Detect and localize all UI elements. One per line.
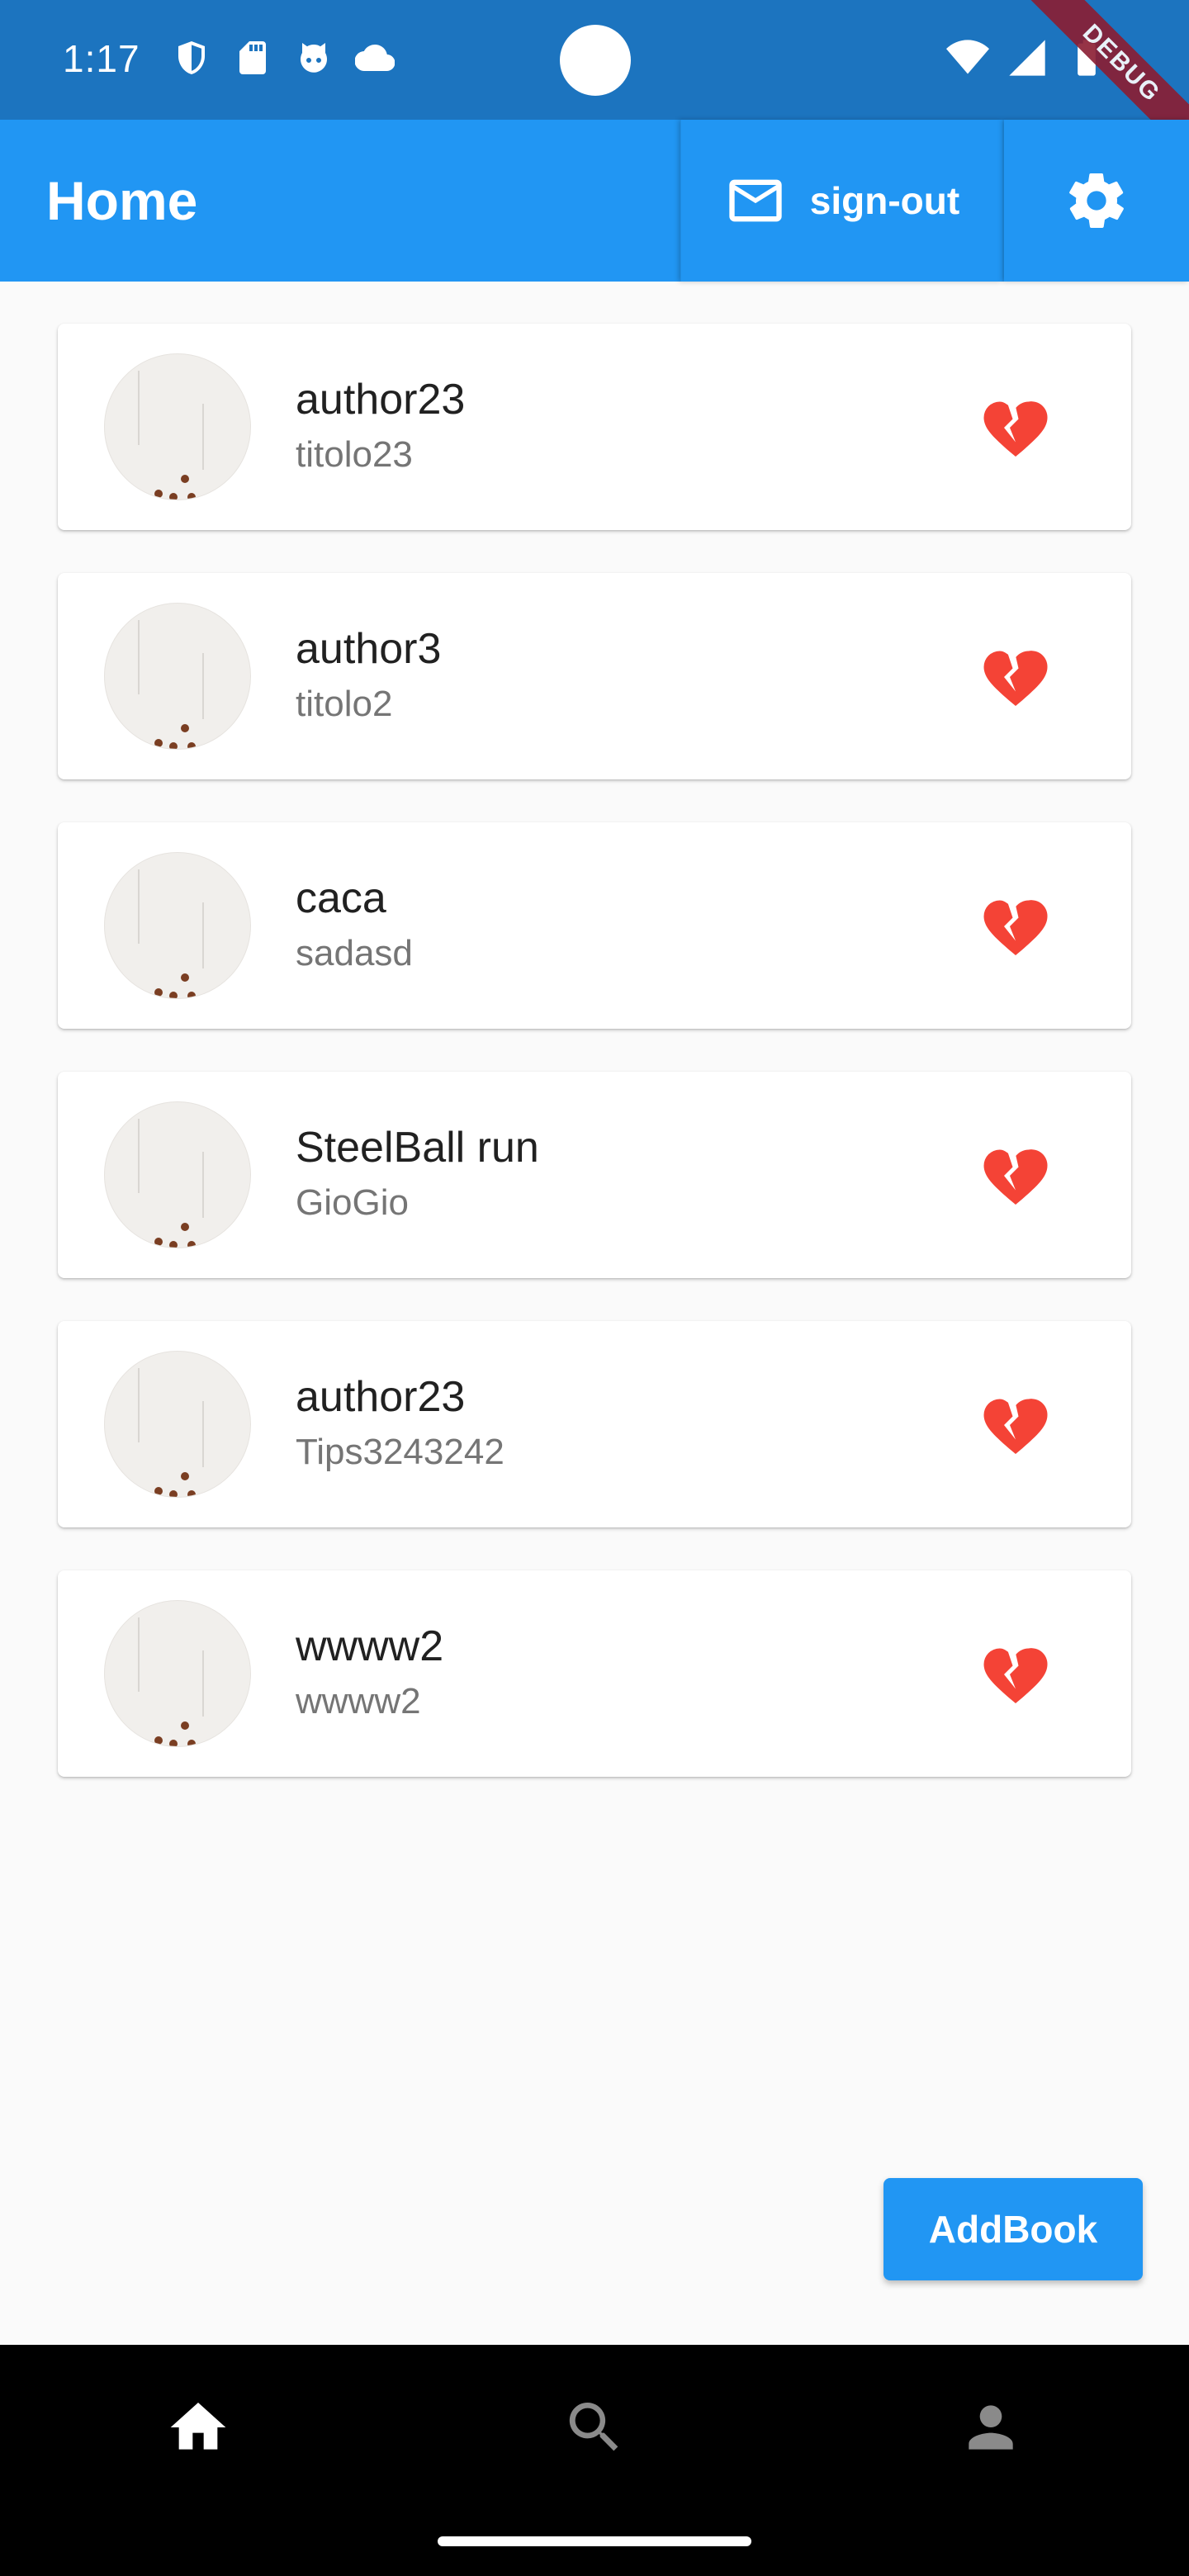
gear-icon (1069, 173, 1124, 228)
app-bar: Home sign-out (0, 120, 1189, 282)
broken-heart-icon (983, 401, 1048, 457)
book-cover-avatar (104, 1101, 251, 1248)
book-subtitle: Tips3243242 (296, 1432, 504, 1472)
book-title: SteelBall run (296, 1124, 539, 1172)
camera-cutout (560, 25, 631, 96)
mail-icon (729, 179, 782, 222)
broken-heart-icon (983, 651, 1048, 706)
book-cover-avatar (104, 1351, 251, 1498)
home-icon (170, 2403, 226, 2450)
status-icons-left (172, 38, 395, 78)
book-cover-avatar (104, 353, 251, 500)
nav-profile[interactable] (958, 2394, 1024, 2460)
add-book-button[interactable]: AddBook (883, 2178, 1143, 2280)
broken-heart-button[interactable] (981, 1390, 1050, 1460)
broken-heart-button[interactable] (981, 1141, 1050, 1210)
book-card[interactable]: author23 Tips3243242 (58, 1321, 1131, 1527)
signal-icon (1009, 40, 1045, 76)
broken-heart-button[interactable] (981, 892, 1050, 961)
book-cover-avatar (104, 1600, 251, 1747)
book-subtitle: titolo23 (296, 434, 413, 475)
sd-card-icon (239, 41, 266, 74)
book-list: author23 titolo23 author3 titolo2 caca s… (58, 324, 1131, 1820)
sign-out-label: sign-out (809, 179, 960, 222)
book-card[interactable]: SteelBall run GioGio (58, 1072, 1131, 1278)
person-icon (969, 2405, 1013, 2450)
book-card[interactable]: author3 titolo2 (58, 573, 1131, 779)
broken-heart-button[interactable] (981, 393, 1050, 462)
broken-heart-icon (983, 1399, 1048, 1454)
nav-search[interactable] (561, 2394, 628, 2460)
cloud-icon (355, 44, 395, 72)
book-cover-avatar (104, 852, 251, 999)
book-subtitle: GioGio (296, 1182, 409, 1223)
broken-heart-button[interactable] (981, 1640, 1050, 1709)
page-title: Home (46, 170, 198, 231)
search-icon (569, 2403, 618, 2451)
book-title: caca (296, 874, 386, 922)
book-title: wwww2 (296, 1622, 444, 1670)
nav-home[interactable] (165, 2394, 231, 2460)
sign-out-button[interactable]: sign-out (680, 120, 1002, 282)
settings-button[interactable] (1004, 120, 1189, 282)
book-title: author3 (296, 625, 442, 673)
book-title: author23 (296, 1373, 466, 1421)
broken-heart-icon (983, 900, 1048, 955)
status-bar: 1:17 DEBUG (0, 0, 1189, 171)
shield-icon (178, 41, 205, 74)
book-cover-avatar (104, 603, 251, 750)
cat-icon (301, 43, 327, 73)
book-card[interactable]: caca sadasd (58, 822, 1131, 1029)
book-subtitle: wwww2 (296, 1681, 421, 1721)
status-time: 1:17 (63, 37, 140, 80)
broken-heart-icon (983, 1648, 1048, 1703)
book-title: author23 (296, 376, 466, 424)
book-subtitle: sadasd (296, 933, 413, 973)
book-card[interactable]: wwww2 wwww2 (58, 1570, 1131, 1777)
broken-heart-icon (983, 1149, 1048, 1205)
book-subtitle: titolo2 (296, 684, 393, 724)
book-card[interactable]: author23 titolo23 (58, 324, 1131, 530)
broken-heart-button[interactable] (981, 642, 1050, 712)
wifi-icon (946, 40, 989, 74)
bottom-navigation (0, 2345, 1189, 2576)
gesture-handle (438, 2536, 751, 2546)
